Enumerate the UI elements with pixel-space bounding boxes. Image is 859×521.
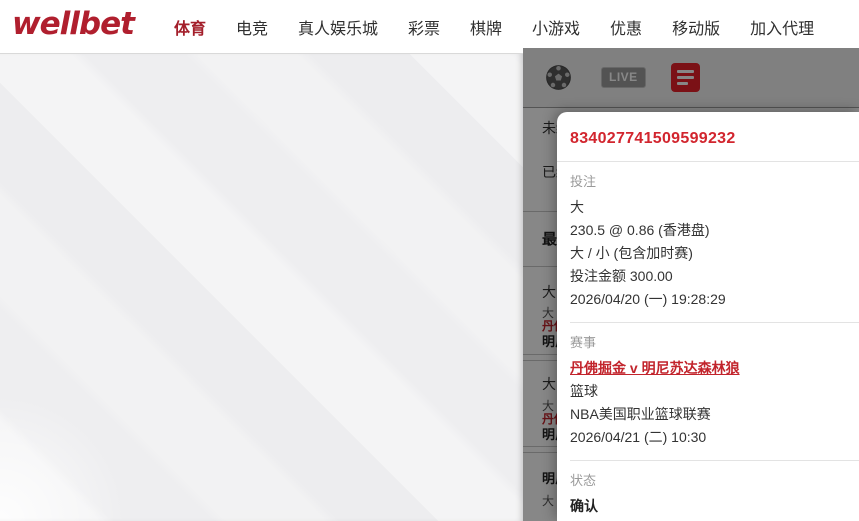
nav-item-promotions[interactable]: 优惠: [610, 15, 642, 39]
site-header: wellbet 体育 电竞 真人娱乐城 彩票 棋牌 小游戏 优惠 移动版 加入代…: [0, 0, 859, 54]
main-nav: 体育 电竞 真人娱乐城 彩票 棋牌 小游戏 优惠 移动版 加入代理: [174, 15, 814, 39]
nav-item-mobile[interactable]: 移动版: [672, 15, 720, 39]
match-start-time: 2026/04/21 (二) 10:30: [570, 429, 707, 445]
bet-section-label: 投注: [570, 174, 597, 189]
nav-item-lottery[interactable]: 彩票: [408, 15, 440, 39]
bet-detail-popup: 834027741509599232 投注 大 230.5 @ 0.86 (香港…: [557, 112, 859, 521]
wellbet-logo[interactable]: wellbet: [12, 9, 135, 44]
status-section-label: 状态: [570, 473, 597, 488]
bet-odds: 230.5 @ 0.86 (香港盘): [570, 222, 710, 238]
match-section-label: 赛事: [570, 335, 597, 350]
match-sport: 篮球: [570, 383, 598, 399]
bet-id: 834027741509599232: [570, 130, 736, 147]
status-value: 确认: [570, 498, 598, 514]
nav-item-sports[interactable]: 体育: [174, 15, 206, 39]
sports-betting-panel: LIVE 未结算注单 已结算注单 最近投注 大 大 / 小 (包含加时赛) 丹佛…: [523, 48, 859, 521]
nav-item-esports[interactable]: 电竞: [236, 15, 268, 39]
nav-item-minigames[interactable]: 小游戏: [532, 15, 580, 39]
nav-item-live-casino[interactable]: 真人娱乐城: [298, 15, 378, 39]
nav-item-cards[interactable]: 棋牌: [470, 15, 502, 39]
status-section: 状态 确认: [557, 461, 859, 521]
page: LIVE 未结算注单 已结算注单 最近投注 大 大 / 小 (包含加时赛) 丹佛…: [0, 0, 859, 521]
bet-placed-time: 2026/04/20 (一) 19:28:29: [570, 291, 726, 307]
bet-market: 大 / 小 (包含加时赛): [570, 245, 693, 261]
left-background-area: [0, 53, 523, 521]
bet-selection: 大: [570, 199, 584, 215]
bet-section: 投注 大 230.5 @ 0.86 (香港盘) 大 / 小 (包含加时赛) 投注…: [557, 162, 859, 322]
match-league: NBA美国职业篮球联赛: [570, 406, 711, 422]
match-link[interactable]: 丹佛掘金 v 明尼苏达森林狼: [570, 360, 740, 376]
nav-item-agent[interactable]: 加入代理: [750, 15, 814, 39]
bet-stake: 投注金额 300.00: [570, 268, 673, 284]
match-section: 赛事 丹佛掘金 v 明尼苏达森林狼 篮球 NBA美国职业篮球联赛 2026/04…: [557, 323, 859, 460]
